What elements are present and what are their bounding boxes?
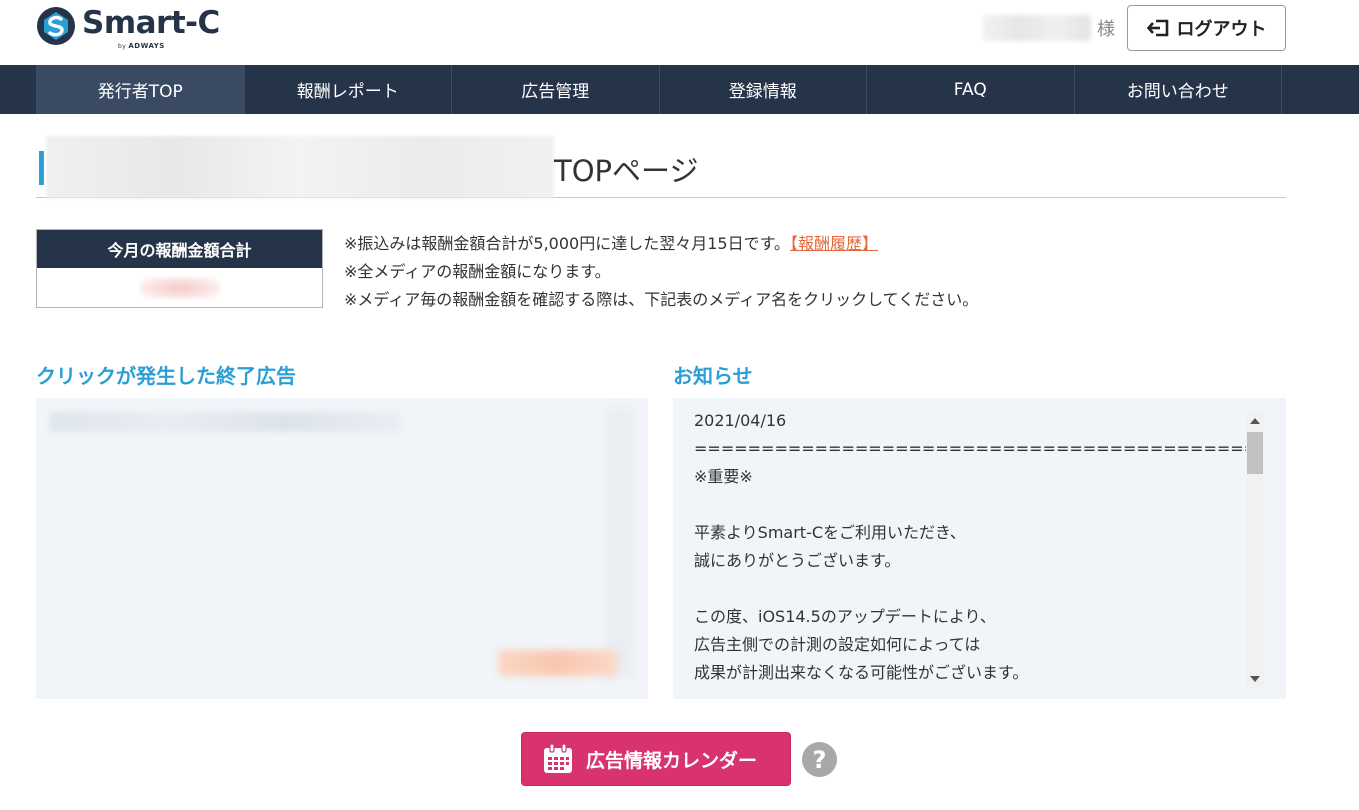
notice-line: 誠にありがとうございます。 <box>694 551 901 570</box>
nav-item-registration[interactable]: 登録情報 <box>660 65 867 114</box>
main-nav: 発行者TOP 報酬レポート 広告管理 登録情報 FAQ お問い合わせ <box>0 65 1359 114</box>
calendar-icon <box>544 743 572 773</box>
scroll-up-arrow-icon[interactable] <box>1250 418 1260 424</box>
brand-name: Smart-C <box>82 5 220 41</box>
brand-sub: by ADWAYS <box>118 42 165 50</box>
nav-item-faq[interactable]: FAQ <box>867 65 1075 114</box>
monthly-reward-box: 今月の報酬金額合計 <box>36 229 323 308</box>
nav-item-contact[interactable]: お問い合わせ <box>1075 65 1282 114</box>
ad-calendar-label: 広告情報カレンダー <box>586 749 758 772</box>
notice-line: 平素よりSmart-Cをご利用いただき、 <box>694 523 966 542</box>
logout-button[interactable]: ログアウト <box>1127 5 1286 51</box>
scroll-down-arrow-icon[interactable] <box>1250 676 1260 682</box>
note-line-2: ※全メディアの報酬金額になります。 <box>344 262 611 281</box>
notice-line: ========================================… <box>694 439 1258 458</box>
title-accent-bar <box>39 151 44 185</box>
notice-panel: 2021/04/16 =============================… <box>673 398 1286 699</box>
reward-history-link[interactable]: 【報酬履歴】 <box>790 234 878 253</box>
scroll-thumb[interactable] <box>1247 432 1263 474</box>
notice-line: 成果が計測出来なくなる可能性がございます。 <box>694 663 1029 682</box>
monthly-reward-value <box>37 268 322 307</box>
help-icon[interactable]: ? <box>802 742 837 777</box>
user-area: 様 ログアウト <box>983 5 1286 51</box>
nav-item-reward-report[interactable]: 報酬レポート <box>245 65 452 114</box>
reward-value-redacted <box>139 276 220 299</box>
header: Smart-C by ADWAYS 様 ログアウト <box>0 0 1359 65</box>
page-title-area: TOPページ <box>36 136 1286 198</box>
page-title-redacted <box>46 136 554 198</box>
nav-item-ad-management[interactable]: 広告管理 <box>452 65 660 114</box>
notice-scroll-area[interactable]: 2021/04/16 =============================… <box>673 410 1266 688</box>
logout-icon <box>1146 19 1168 37</box>
page-title: TOPページ <box>554 154 699 188</box>
ended-ads-panel <box>36 398 648 699</box>
notice-line: この度、iOS14.5のアップデートにより、 <box>694 607 996 626</box>
nav-item-publisher-top[interactable]: 発行者TOP <box>37 65 245 114</box>
notice-title: お知らせ <box>673 364 753 388</box>
ad-calendar-button[interactable]: 広告情報カレンダー <box>521 732 791 786</box>
ended-ads-link-redacted <box>498 650 618 676</box>
ended-ad-row-redacted <box>50 412 400 432</box>
notice-scrollbar[interactable] <box>1246 412 1264 688</box>
reward-notes: ※振込みは報酬金額合計が5,000円に達した翌々月15日です。【報酬履歴】 ※全… <box>344 230 978 314</box>
logout-label: ログアウト <box>1176 19 1267 40</box>
user-suffix: 様 <box>1097 19 1115 40</box>
notice-line: 広告主側での計測の設定如何によっては <box>694 635 981 654</box>
notice-line: ※重要※ <box>694 467 753 486</box>
user-name-redacted <box>983 15 1091 41</box>
monthly-reward-heading: 今月の報酬金額合計 <box>37 230 322 268</box>
ended-ads-title: クリックが発生した終了広告 <box>36 364 296 388</box>
note-line-1: ※振込みは報酬金額合計が5,000円に達した翌々月15日です。【報酬履歴】 <box>344 234 878 253</box>
logo[interactable]: Smart-C by ADWAYS <box>36 6 220 50</box>
notice-line: 2021/04/16 <box>694 411 787 430</box>
note-line-3: ※メディア毎の報酬金額を確認する際は、下記表のメディア名をクリックしてください。 <box>344 290 979 309</box>
smart-c-logo-icon <box>37 7 75 45</box>
ended-ads-column-redacted <box>606 408 634 678</box>
